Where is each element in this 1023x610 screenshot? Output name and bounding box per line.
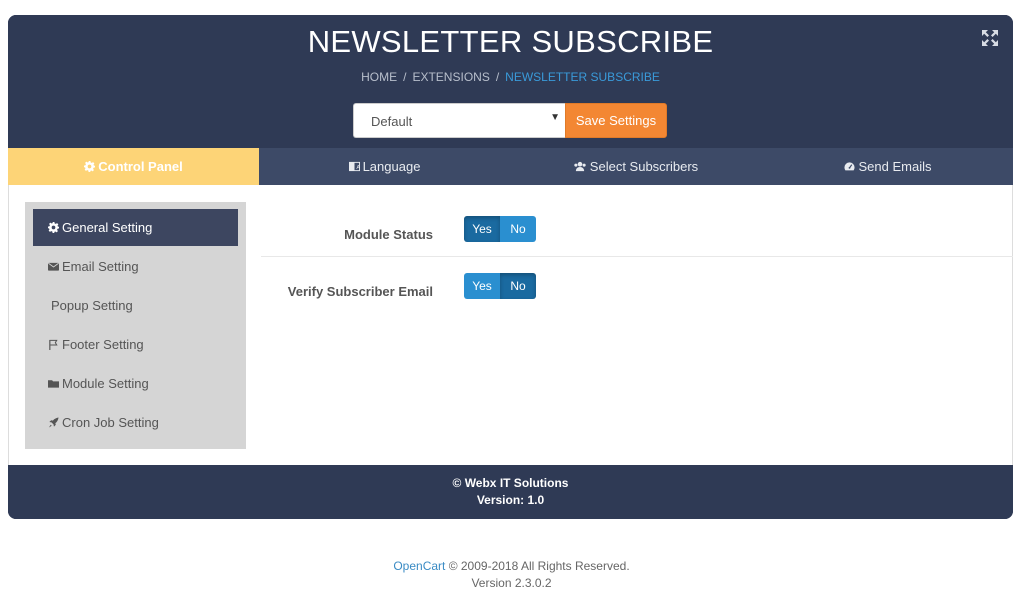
sidebar-item-label: Cron Job Setting bbox=[62, 415, 159, 430]
breadcrumb-separator: / bbox=[495, 70, 500, 84]
verify-email-label: Verify Subscriber Email bbox=[287, 284, 433, 299]
sidebar-item-email-setting[interactable]: Email Setting bbox=[33, 248, 238, 285]
verify-email-row: Verify Subscriber Email Yes No bbox=[261, 257, 1013, 317]
rights-text: © 2009-2018 All Rights Reserved. bbox=[445, 559, 630, 573]
page-title: NEWSLETTER SUBSCRIBE bbox=[307, 24, 714, 59]
footer-copyright: © Webx IT Solutions bbox=[452, 476, 569, 490]
sidebar-item-label: Popup Setting bbox=[51, 298, 133, 313]
module-status-label: Module Status bbox=[344, 227, 433, 242]
breadcrumb-home[interactable]: HOME bbox=[361, 70, 397, 84]
content-area: General Setting Email Setting Popup Sett… bbox=[8, 185, 1013, 465]
module-status-yes-button[interactable]: Yes bbox=[464, 216, 500, 242]
gear-icon bbox=[84, 161, 96, 172]
verify-email-yes-button[interactable]: Yes bbox=[464, 273, 500, 299]
module-status-row: Module Status Yes No bbox=[261, 185, 1013, 257]
header: NEWSLETTER SUBSCRIBE HOME / EXTENSIONS / NEW… bbox=[8, 15, 1013, 148]
tab-control-panel[interactable]: Control Panel bbox=[8, 148, 259, 185]
main-tabs: Control Panel A Language Select Subscribe… bbox=[8, 148, 1013, 185]
save-settings-button[interactable]: Save Settings bbox=[565, 103, 667, 138]
tab-label: Send Emails bbox=[858, 159, 932, 174]
sidebar-item-label: Email Setting bbox=[62, 259, 139, 274]
tab-select-subscribers[interactable]: Select Subscribers bbox=[510, 148, 761, 185]
page-footer: OpenCart © 2009-2018 All Rights Reserved… bbox=[0, 559, 1023, 590]
opencart-link[interactable]: OpenCart bbox=[393, 559, 445, 573]
tab-language[interactable]: A Language bbox=[259, 148, 510, 185]
tab-label: Control Panel bbox=[98, 159, 183, 174]
sidebar-item-label: Footer Setting bbox=[62, 337, 144, 352]
module-status-no-button[interactable]: No bbox=[500, 216, 536, 242]
chevron-down-icon: ▼ bbox=[550, 112, 560, 123]
footer-version: Version: 1.0 bbox=[476, 493, 545, 507]
rocket-icon bbox=[48, 417, 59, 428]
flag-icon bbox=[49, 339, 58, 350]
sidebar-item-general-setting[interactable]: General Setting bbox=[33, 209, 238, 246]
language-icon: A bbox=[348, 161, 360, 172]
tab-label: Select Subscribers bbox=[589, 159, 699, 174]
breadcrumb-separator: / bbox=[403, 70, 407, 84]
extension-panel: NEWSLETTER SUBSCRIBE HOME / EXTENSIONS / NEW… bbox=[8, 15, 1013, 519]
settings-sidebar: General Setting Email Setting Popup Sett… bbox=[25, 202, 246, 449]
folder-icon bbox=[48, 380, 59, 388]
breadcrumb-extensions[interactable]: EXTENSIONS bbox=[412, 70, 489, 84]
dashboard-icon bbox=[843, 162, 855, 171]
verify-email-toggle: Yes No bbox=[464, 273, 536, 299]
gear-icon bbox=[48, 222, 59, 233]
breadcrumb: HOME / EXTENSIONS / NEWSLETTER SUBSCRIBE bbox=[8, 70, 1013, 84]
sidebar-item-footer-setting[interactable]: Footer Setting bbox=[33, 326, 238, 363]
verify-email-no-button[interactable]: No bbox=[500, 273, 536, 299]
module-status-toggle: Yes No bbox=[464, 216, 536, 242]
sidebar-item-cron-job-setting[interactable]: Cron Job Setting bbox=[33, 404, 238, 441]
panel-footer: © Webx IT Solutions Version: 1.0 bbox=[8, 465, 1013, 519]
tab-label: Language bbox=[362, 159, 421, 174]
svg-text:A: A bbox=[356, 165, 360, 171]
opencart-version: Version 2.3.0.2 bbox=[471, 576, 552, 590]
envelope-icon bbox=[48, 262, 59, 271]
sidebar-item-module-setting[interactable]: Module Setting bbox=[33, 365, 238, 402]
store-select-value: Default bbox=[371, 114, 413, 129]
breadcrumb-current[interactable]: NEWSLETTER SUBSCRIBE bbox=[505, 70, 660, 84]
sidebar-item-popup-setting[interactable]: Popup Setting bbox=[33, 287, 238, 324]
store-select[interactable]: Default ▼ bbox=[353, 103, 565, 138]
users-icon bbox=[574, 161, 586, 172]
expand-icon[interactable] bbox=[981, 29, 999, 47]
sidebar-item-label: General Setting bbox=[62, 220, 153, 235]
sidebar-item-label: Module Setting bbox=[62, 376, 149, 391]
tab-send-emails[interactable]: Send Emails bbox=[761, 148, 1013, 185]
